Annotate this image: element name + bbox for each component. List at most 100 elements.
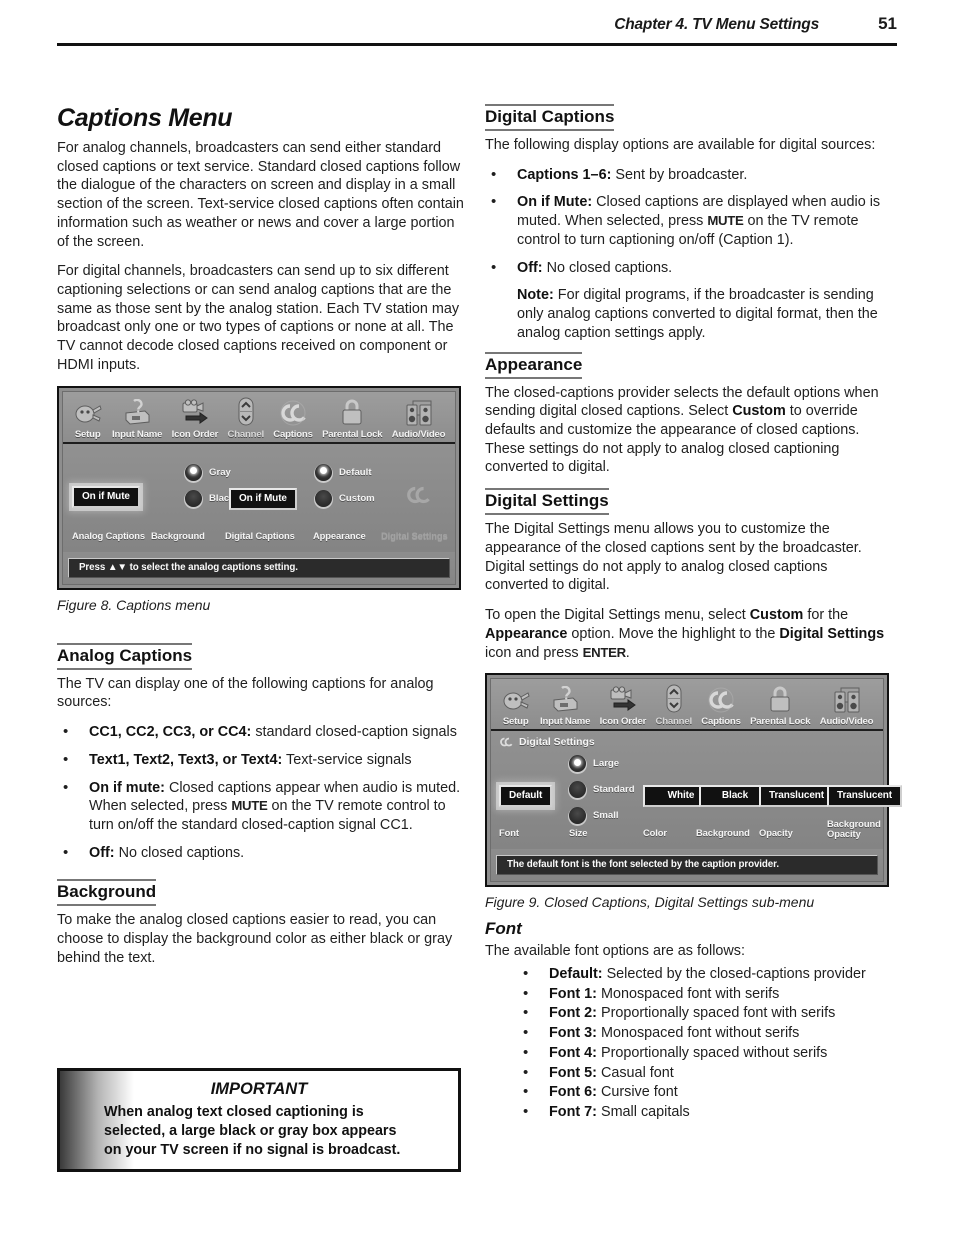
menu-icon-parental-lock[interactable]: Parental Lock	[745, 683, 815, 727]
figure-9-caption: Figure 9. Closed Captions, Digital Setti…	[485, 894, 815, 911]
figure9-icon-bar: Setup Input Name Icon Order Channel Capt…	[491, 679, 883, 732]
important-line-1: When analog text closed captioning is	[104, 1104, 364, 1120]
enter-key-label: ENTER	[582, 644, 627, 660]
menu-icon-captions-label: Captions	[273, 428, 313, 440]
analog-captions-value[interactable]: On if Mute	[72, 485, 140, 508]
mute-key-label: MUTE	[707, 213, 744, 229]
channel-updown-icon	[235, 396, 257, 427]
radio-option-custom[interactable]: Custom	[315, 489, 375, 507]
menu-icon-setup-label: Setup	[502, 716, 529, 728]
menu-icon-audio-video[interactable]: Audio/Video	[387, 396, 450, 440]
heading-digital-settings: Digital Settings	[485, 488, 609, 516]
figure9-opacity-control[interactable]: Translucent	[759, 785, 835, 808]
header-chapter-title: Chapter 4. TV Menu Settings	[614, 16, 819, 33]
menu-icon-input-name[interactable]: Input Name	[107, 396, 167, 440]
list-item: Font 7: Small capitals	[517, 1102, 893, 1122]
radio-custom-icon[interactable]	[315, 489, 332, 507]
radio-option-black[interactable]: Black	[185, 489, 235, 507]
menu-icon-setup[interactable]: Setup	[496, 683, 535, 727]
heading-appearance: Appearance	[485, 351, 583, 379]
figure8-digital-settings-label: Digital Settings	[381, 529, 448, 541]
figure8-background-control[interactable]: Gray Black	[185, 463, 235, 516]
figure9-font-control[interactable]: Default	[499, 785, 553, 808]
page-header: Chapter 4. TV Menu Settings 51	[57, 14, 897, 46]
radio-option-gray[interactable]: Gray	[185, 463, 235, 481]
radio-black-icon[interactable]	[185, 489, 202, 507]
list-item-label: Off:	[517, 259, 543, 276]
radio-default-icon[interactable]	[315, 463, 332, 481]
radio-standard-icon[interactable]	[569, 781, 586, 799]
radio-option-large[interactable]: Large	[569, 755, 635, 773]
figure8-digital-captions-label: Digital Captions	[225, 529, 295, 541]
digital-captions-value[interactable]: On if Mute	[229, 487, 297, 510]
heading-background: Background	[57, 879, 157, 907]
opacity-value[interactable]: Translucent	[759, 785, 835, 808]
list-item: CC1, CC2, CC3, or CC4: standard closed-c…	[57, 722, 465, 742]
menu-icon-setup-label: Setup	[74, 428, 101, 440]
left-column: Captions Menu For analog channels, broad…	[57, 104, 465, 979]
captions-cc-icon	[277, 396, 309, 427]
figure9-settings-body: Digital Settings Default Font Large Stan…	[491, 731, 903, 850]
menu-icon-channel[interactable]: Channel	[223, 396, 269, 440]
list-item-text: Monospaced font with serifs	[596, 985, 780, 1002]
figure9-background-opacity-control[interactable]: Translucent	[827, 785, 903, 808]
figure8-appearance-control[interactable]: Default Custom	[315, 463, 375, 516]
list-item: Font 5: Casual font	[517, 1063, 893, 1083]
ds-p2-a: To open the Digital Settings menu, selec…	[485, 607, 750, 624]
radio-small-icon[interactable]	[569, 807, 586, 825]
important-line-2: selected, a large black or gray box appe…	[104, 1123, 397, 1140]
radio-option-small[interactable]: Small	[569, 807, 635, 825]
list-item: Default: Selected by the closed-captions…	[517, 964, 893, 984]
channel-updown-icon	[663, 683, 685, 714]
list-item-label: Font 7:	[549, 1103, 597, 1120]
menu-icon-channel-label: Channel	[227, 428, 264, 440]
figure8-digital-captions-control[interactable]: On if Mute	[229, 487, 297, 510]
menu-icon-icon-order[interactable]: Icon Order	[595, 683, 651, 727]
list-item-text: standard closed-caption signals	[251, 724, 457, 741]
menu-icon-captions[interactable]: Captions	[697, 683, 746, 727]
ds-p2-c: option. Move the highlight to the	[567, 625, 780, 642]
plug-icon	[73, 396, 103, 427]
note-text: For digital programs, if the broadcaster…	[517, 287, 878, 341]
radio-large-label: Large	[593, 758, 620, 770]
padlock-icon	[768, 683, 792, 714]
ds-p2-b: for the	[803, 607, 849, 624]
radio-large-icon[interactable]	[569, 755, 586, 773]
figure9-submenu-title-text: Digital Settings	[519, 736, 595, 748]
radio-option-default[interactable]: Default	[315, 463, 375, 481]
list-item: Font 1: Monospaced font with serifs	[517, 984, 893, 1004]
menu-icon-captions[interactable]: Captions	[269, 396, 318, 440]
radio-default-label: Default	[339, 466, 372, 478]
digital-settings-paragraph-2: To open the Digital Settings menu, selec…	[485, 606, 893, 662]
page-title: Captions Menu	[57, 104, 233, 132]
font-intro: The available font options are as follow…	[485, 943, 745, 960]
list-item-label: Text1, Text2, Text3, or Text4:	[89, 751, 283, 768]
captions-cc-icon	[705, 683, 737, 714]
list-item-label: Font 1:	[549, 985, 597, 1002]
figure-8-caption: Figure 8. Captions menu	[57, 596, 211, 613]
radio-standard-label: Standard	[593, 784, 635, 796]
menu-icon-input-name-label: Input Name	[112, 428, 163, 440]
digital-captions-intro: The following display options are availa…	[485, 137, 876, 154]
figure8-status-bar: Press ▲▼ to select the analog captions s…	[68, 557, 450, 578]
important-line-3: on your TV screen if no signal is broadc…	[104, 1142, 401, 1159]
ds-p2-bold-digital-settings: Digital Settings	[779, 625, 885, 642]
radio-option-standard[interactable]: Standard	[569, 781, 635, 799]
menu-icon-input-name[interactable]: Input Name	[535, 683, 595, 727]
menu-icon-parental-lock[interactable]: Parental Lock	[317, 396, 387, 440]
header-divider	[57, 43, 897, 46]
figure9-size-control[interactable]: Large Standard Small	[569, 755, 635, 833]
menu-icon-setup[interactable]: Setup	[68, 396, 107, 440]
background-opacity-value[interactable]: Translucent	[827, 785, 903, 808]
figure8-analog-captions-control[interactable]: On if Mute	[72, 485, 140, 508]
radio-gray-icon[interactable]	[185, 463, 202, 481]
figure9-opacity-label: Opacity	[759, 827, 793, 839]
figure8-background-label: Background	[151, 529, 205, 541]
menu-icon-icon-order[interactable]: Icon Order	[167, 396, 223, 440]
menu-icon-audio-video[interactable]: Audio/Video	[815, 683, 878, 727]
font-value[interactable]: Default	[499, 785, 553, 808]
page-number: 51	[878, 14, 897, 33]
list-item: Font 3: Monospaced font without serifs	[517, 1023, 893, 1043]
digital-settings-paragraph-1: The Digital Settings menu allows you to …	[485, 521, 862, 594]
menu-icon-channel[interactable]: Channel	[651, 683, 697, 727]
